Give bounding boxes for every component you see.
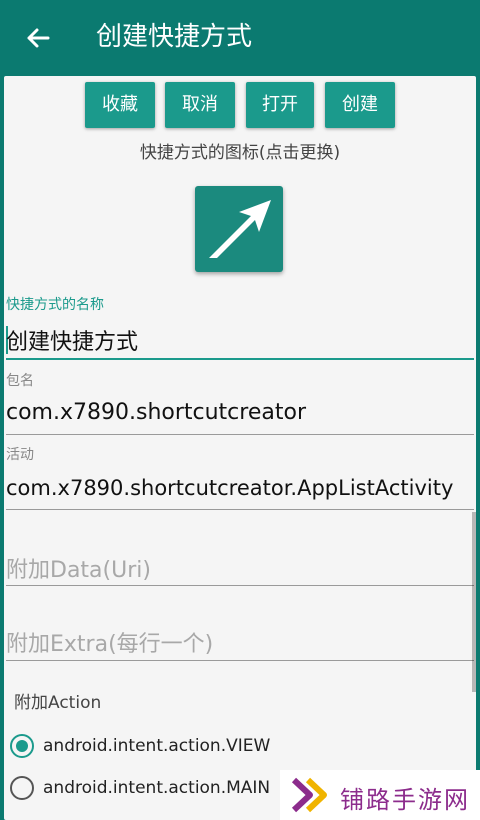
package-name-input[interactable]: com.x7890.shortcutcreator	[6, 400, 306, 425]
arrow-left-icon[interactable]	[22, 22, 54, 54]
watermark: 铺路手游网	[280, 770, 480, 820]
action-section-label: 附加Action	[14, 693, 102, 713]
data-uri-input[interactable]: 附加Data(Uri)	[6, 552, 151, 584]
activity-label: 活动	[6, 447, 34, 463]
action-main-label[interactable]: android.intent.action.MAIN	[43, 778, 270, 798]
action-main-radio[interactable]	[10, 776, 34, 800]
data-uri-underline	[6, 585, 474, 586]
shortcut-name-label: 快捷方式的名称	[6, 297, 104, 313]
app-bar: 创建快捷方式	[0, 0, 480, 76]
create-button[interactable]: 创建	[325, 82, 395, 128]
activity-underline	[6, 509, 474, 510]
shortcut-icon-button[interactable]	[195, 186, 283, 272]
action-button-row: 收藏 取消 打开 创建	[4, 82, 476, 130]
shortcut-name-input[interactable]: 创建快捷方式	[6, 324, 138, 356]
activity-input[interactable]: com.x7890.shortcutcreator.AppListActivit…	[6, 476, 453, 500]
extra-underline	[6, 660, 474, 661]
page-title: 创建快捷方式	[96, 22, 253, 52]
action-view-radio[interactable]	[10, 734, 34, 758]
shortcut-name-underline	[6, 358, 474, 360]
open-button[interactable]: 打开	[246, 82, 314, 128]
package-name-label: 包名	[6, 373, 34, 389]
action-view-label[interactable]: android.intent.action.VIEW	[43, 736, 270, 756]
favorite-button[interactable]: 收藏	[85, 82, 155, 128]
watermark-text: 铺路手游网	[340, 786, 470, 814]
diagonal-arrow-icon	[209, 200, 271, 258]
scrollbar[interactable]	[472, 512, 476, 692]
shortcut-form-card: 收藏 取消 打开 创建 快捷方式的图标(点击更换) 快捷方式的名称 创建快捷方式…	[4, 76, 476, 820]
extra-input[interactable]: 附加Extra(每行一个)	[6, 626, 213, 658]
chevron-logo-icon	[291, 777, 327, 813]
cancel-button[interactable]: 取消	[165, 82, 235, 128]
icon-caption: 快捷方式的图标(点击更换)	[139, 143, 341, 163]
package-name-underline	[6, 434, 474, 435]
